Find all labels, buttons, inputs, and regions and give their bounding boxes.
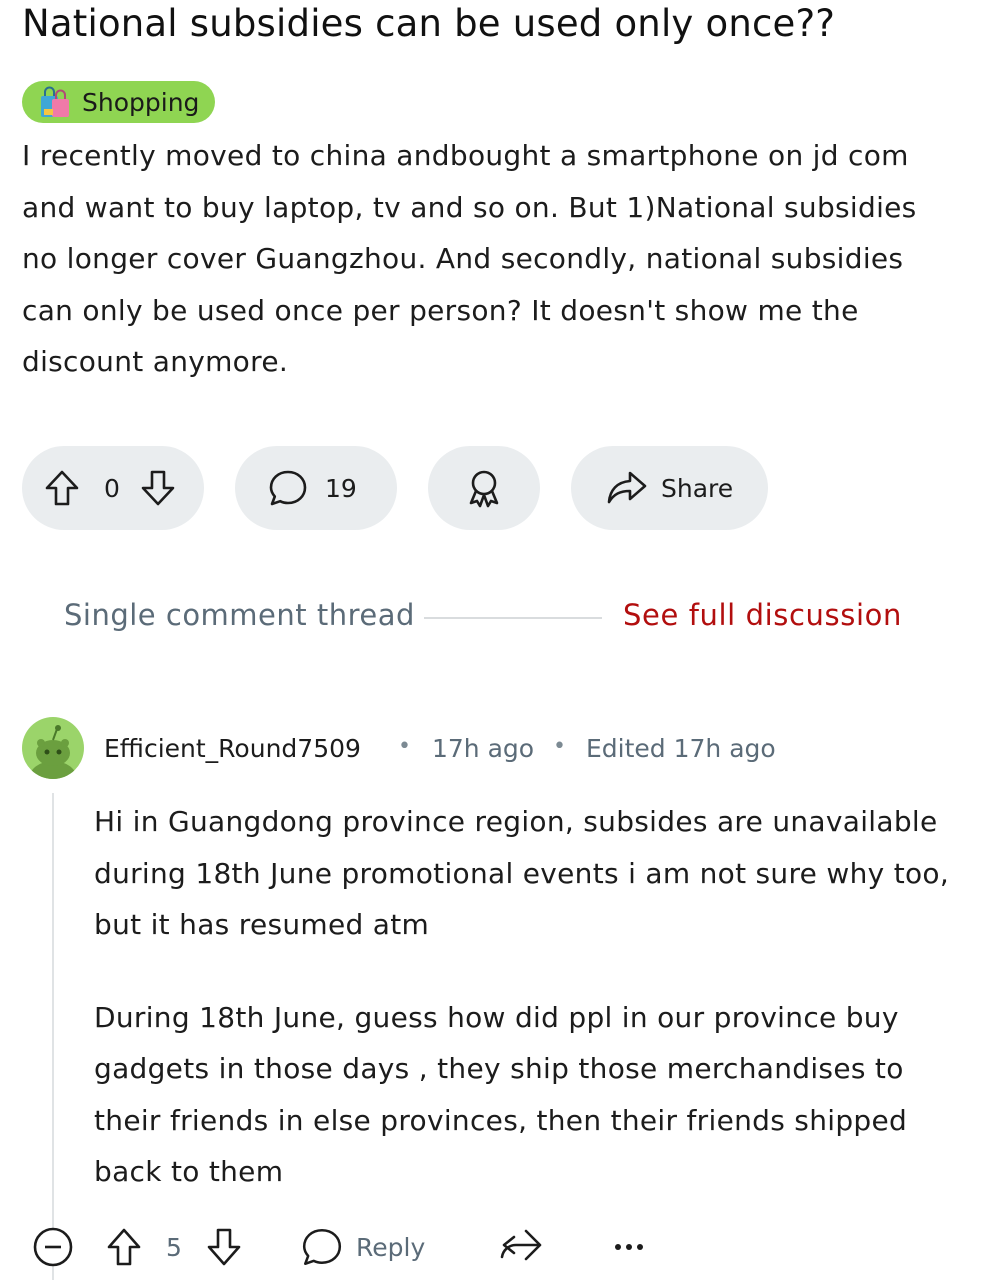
more-options-button[interactable] — [614, 1222, 644, 1272]
collapse-button[interactable] — [32, 1222, 74, 1272]
comment-vote-count: 5 — [166, 1222, 182, 1272]
post-title: National subsidies can be used only once… — [22, 2, 836, 45]
comment-timestamp: 17h ago — [432, 734, 535, 763]
thread-divider — [424, 617, 602, 619]
share-button[interactable]: Share — [571, 446, 768, 530]
reply-button[interactable]: Reply — [300, 1222, 425, 1272]
shopping-bags-icon — [38, 85, 72, 119]
flair-badge[interactable]: Shopping — [22, 81, 216, 123]
comment-author[interactable]: Efficient_Round7509 — [104, 734, 361, 763]
meta-separator: • — [398, 734, 411, 759]
downvote-icon — [204, 1226, 244, 1268]
comment-downvote-button[interactable] — [204, 1222, 244, 1272]
share-arrow-icon — [605, 468, 649, 508]
thread-rail[interactable] — [52, 793, 54, 1280]
comment-paragraph: Hi in Guangdong province region, subside… — [94, 805, 950, 941]
comment-bubble-icon — [267, 467, 309, 509]
comment-share-button[interactable] — [498, 1222, 544, 1272]
comment-action-bar: 5 Reply — [0, 1222, 990, 1272]
single-thread-label: Single comment thread — [64, 598, 415, 632]
more-horizontal-icon — [614, 1242, 644, 1252]
vote-count: 0 — [104, 473, 120, 503]
comment-edited: Edited 17h ago — [586, 734, 776, 763]
comment-upvote-button[interactable] — [104, 1222, 144, 1272]
avatar[interactable] — [22, 717, 84, 779]
see-full-discussion-link[interactable]: See full discussion — [623, 598, 902, 632]
comment-paragraph: During 18th June, guess how did ppl in o… — [94, 1000, 908, 1189]
flair-label: Shopping — [82, 87, 200, 117]
comment-body: Hi in Guangdong province region, subside… — [94, 796, 954, 1198]
post-body: I recently moved to china andbought a sm… — [22, 139, 917, 378]
comment-bubble-icon — [300, 1225, 344, 1269]
comments-button[interactable]: 19 — [235, 446, 397, 530]
comment-count: 19 — [325, 473, 357, 503]
upvote-icon[interactable] — [42, 468, 82, 508]
collapse-minus-icon — [32, 1226, 74, 1268]
meta-separator: • — [553, 734, 566, 759]
award-icon — [464, 468, 504, 508]
share-arrow-icon — [498, 1225, 544, 1269]
award-button[interactable] — [428, 446, 540, 530]
vote-pill: 0 — [22, 446, 204, 530]
reply-label: Reply — [356, 1232, 426, 1262]
upvote-icon — [104, 1226, 144, 1268]
share-label: Share — [661, 473, 734, 503]
downvote-icon[interactable] — [138, 468, 178, 508]
comment-vote-count-text: 5 — [166, 1232, 182, 1262]
